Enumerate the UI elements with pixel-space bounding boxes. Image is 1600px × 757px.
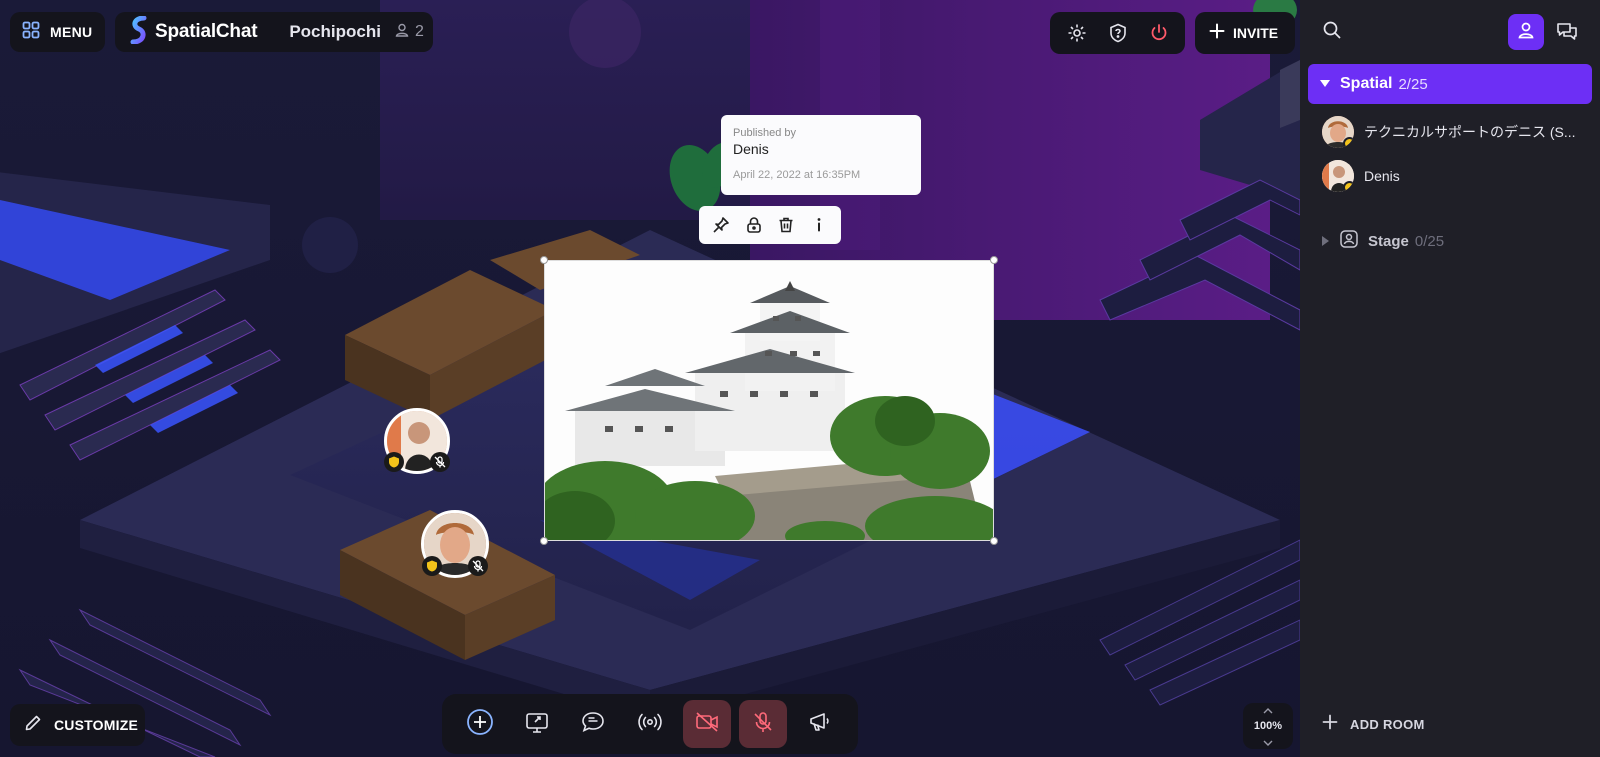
room-stage-count: 0/25 <box>1414 233 1445 250</box>
add-room-label: ADD ROOM <box>1350 717 1425 732</box>
room-stage-name: Stage <box>1368 233 1409 250</box>
trash-icon[interactable] <box>770 208 803 242</box>
member-technical-support[interactable]: テクニカルサポートのデニス (S... <box>1322 116 1592 148</box>
person-icon <box>1517 21 1535 44</box>
caret-right-icon <box>1322 233 1330 251</box>
canvas-shield-badge-icon-2 <box>422 556 442 576</box>
grid-icon <box>22 21 40 44</box>
camera-toggle-button[interactable] <box>682 700 731 748</box>
resize-handle-bottom-left[interactable] <box>540 537 548 545</box>
settings-icon[interactable] <box>1060 16 1094 50</box>
add-room-button[interactable]: ADD ROOM <box>1322 714 1425 735</box>
zoom-control[interactable]: 100% <box>1243 703 1293 749</box>
space-name[interactable]: Pochipochi <box>289 22 381 42</box>
controls-dock <box>442 694 858 754</box>
spatialchat-logo-icon <box>129 15 149 49</box>
member-avatar <box>1322 116 1354 148</box>
resize-handle-top-left[interactable] <box>540 256 548 264</box>
room-spatial-count: 2/25 <box>1398 75 1428 93</box>
chat-button[interactable] <box>569 700 617 748</box>
customize-button[interactable]: CUSTOMIZE <box>10 704 145 746</box>
room-spatial-name: Spatial <box>1340 75 1393 92</box>
help-icon[interactable] <box>1101 16 1135 50</box>
search-icon[interactable] <box>1320 18 1344 42</box>
caret-down-icon <box>1320 75 1330 93</box>
mic-off-icon <box>752 711 774 738</box>
screen-share-icon <box>525 711 549 738</box>
top-tools <box>1050 12 1185 54</box>
image-toolbar <box>699 206 841 244</box>
published-date: April 22, 2022 at 16:35PM <box>733 169 861 181</box>
published-by-label: Published by <box>733 127 796 139</box>
plus-circle-icon <box>466 708 494 741</box>
sidebar: Spatial 2/25 テクニカルサポートのデニス (S... Denis S… <box>1300 0 1600 757</box>
broadcast-icon <box>637 712 663 737</box>
sidebar-header <box>1300 0 1600 64</box>
broadcast-button[interactable] <box>626 700 674 748</box>
member-denis[interactable]: Denis <box>1322 160 1592 192</box>
info-icon[interactable] <box>803 208 836 242</box>
resize-handle-top-right[interactable] <box>990 256 998 264</box>
shield-badge-icon <box>1343 181 1354 192</box>
space-header: SpatialChat Pochipochi 2 <box>115 12 433 52</box>
shared-image-castle[interactable] <box>544 260 994 541</box>
pencil-icon <box>24 714 42 737</box>
plus-icon <box>1209 23 1225 44</box>
user-icon <box>395 23 409 42</box>
menu-button[interactable]: MENU <box>10 12 105 52</box>
megaphone-icon <box>808 711 832 738</box>
spatialchat-app: MENU SpatialChat Pochipochi 2 INVITE Pub… <box>0 0 1600 757</box>
zoom-level: 100% <box>1253 720 1283 732</box>
announce-button[interactable] <box>796 700 844 748</box>
menu-label: MENU <box>50 24 93 40</box>
canvas-mic-off-icon <box>430 452 450 472</box>
camera-off-icon <box>695 711 719 737</box>
lock-icon[interactable] <box>738 208 771 242</box>
plus-icon <box>1322 714 1338 735</box>
stage-person-icon <box>1340 230 1358 253</box>
chevron-down-icon[interactable] <box>1263 733 1273 751</box>
brand-name: SpatialChat <box>155 21 258 42</box>
shield-badge-icon <box>1343 137 1354 148</box>
chat-tab-icon[interactable] <box>1554 18 1580 44</box>
user-count-value: 2 <box>414 23 424 40</box>
mic-toggle-button[interactable] <box>739 700 788 748</box>
invite-button[interactable]: INVITE <box>1195 12 1295 54</box>
published-info-tooltip: Published by Denis April 22, 2022 at 16:… <box>721 115 921 195</box>
member-avatar <box>1322 160 1354 192</box>
add-content-button[interactable] <box>456 700 504 748</box>
resize-handle-bottom-right[interactable] <box>990 537 998 545</box>
canvas-mic-off-icon-2 <box>468 556 488 576</box>
people-tab-button[interactable] <box>1508 14 1544 50</box>
invite-label: INVITE <box>1233 25 1279 41</box>
spatial-canvas[interactable]: MENU SpatialChat Pochipochi 2 INVITE Pub… <box>0 0 1300 757</box>
chat-bubble-icon <box>581 711 605 738</box>
power-icon[interactable] <box>1142 16 1176 50</box>
member-name: Denis <box>1364 168 1400 184</box>
chevron-up-icon[interactable] <box>1263 701 1273 719</box>
pin-icon[interactable] <box>705 208 738 242</box>
publisher-name: Denis <box>733 141 769 157</box>
room-spatial-header[interactable]: Spatial 2/25 <box>1308 64 1592 104</box>
user-count: 2 <box>395 23 424 42</box>
customize-label: CUSTOMIZE <box>54 717 138 733</box>
room-stage-header[interactable]: Stage 0/25 <box>1322 230 1444 253</box>
canvas-shield-badge-icon <box>384 452 404 472</box>
castle-picture <box>545 261 993 540</box>
member-name: テクニカルサポートのデニス (S... <box>1364 124 1576 140</box>
screen-share-button[interactable] <box>513 700 561 748</box>
